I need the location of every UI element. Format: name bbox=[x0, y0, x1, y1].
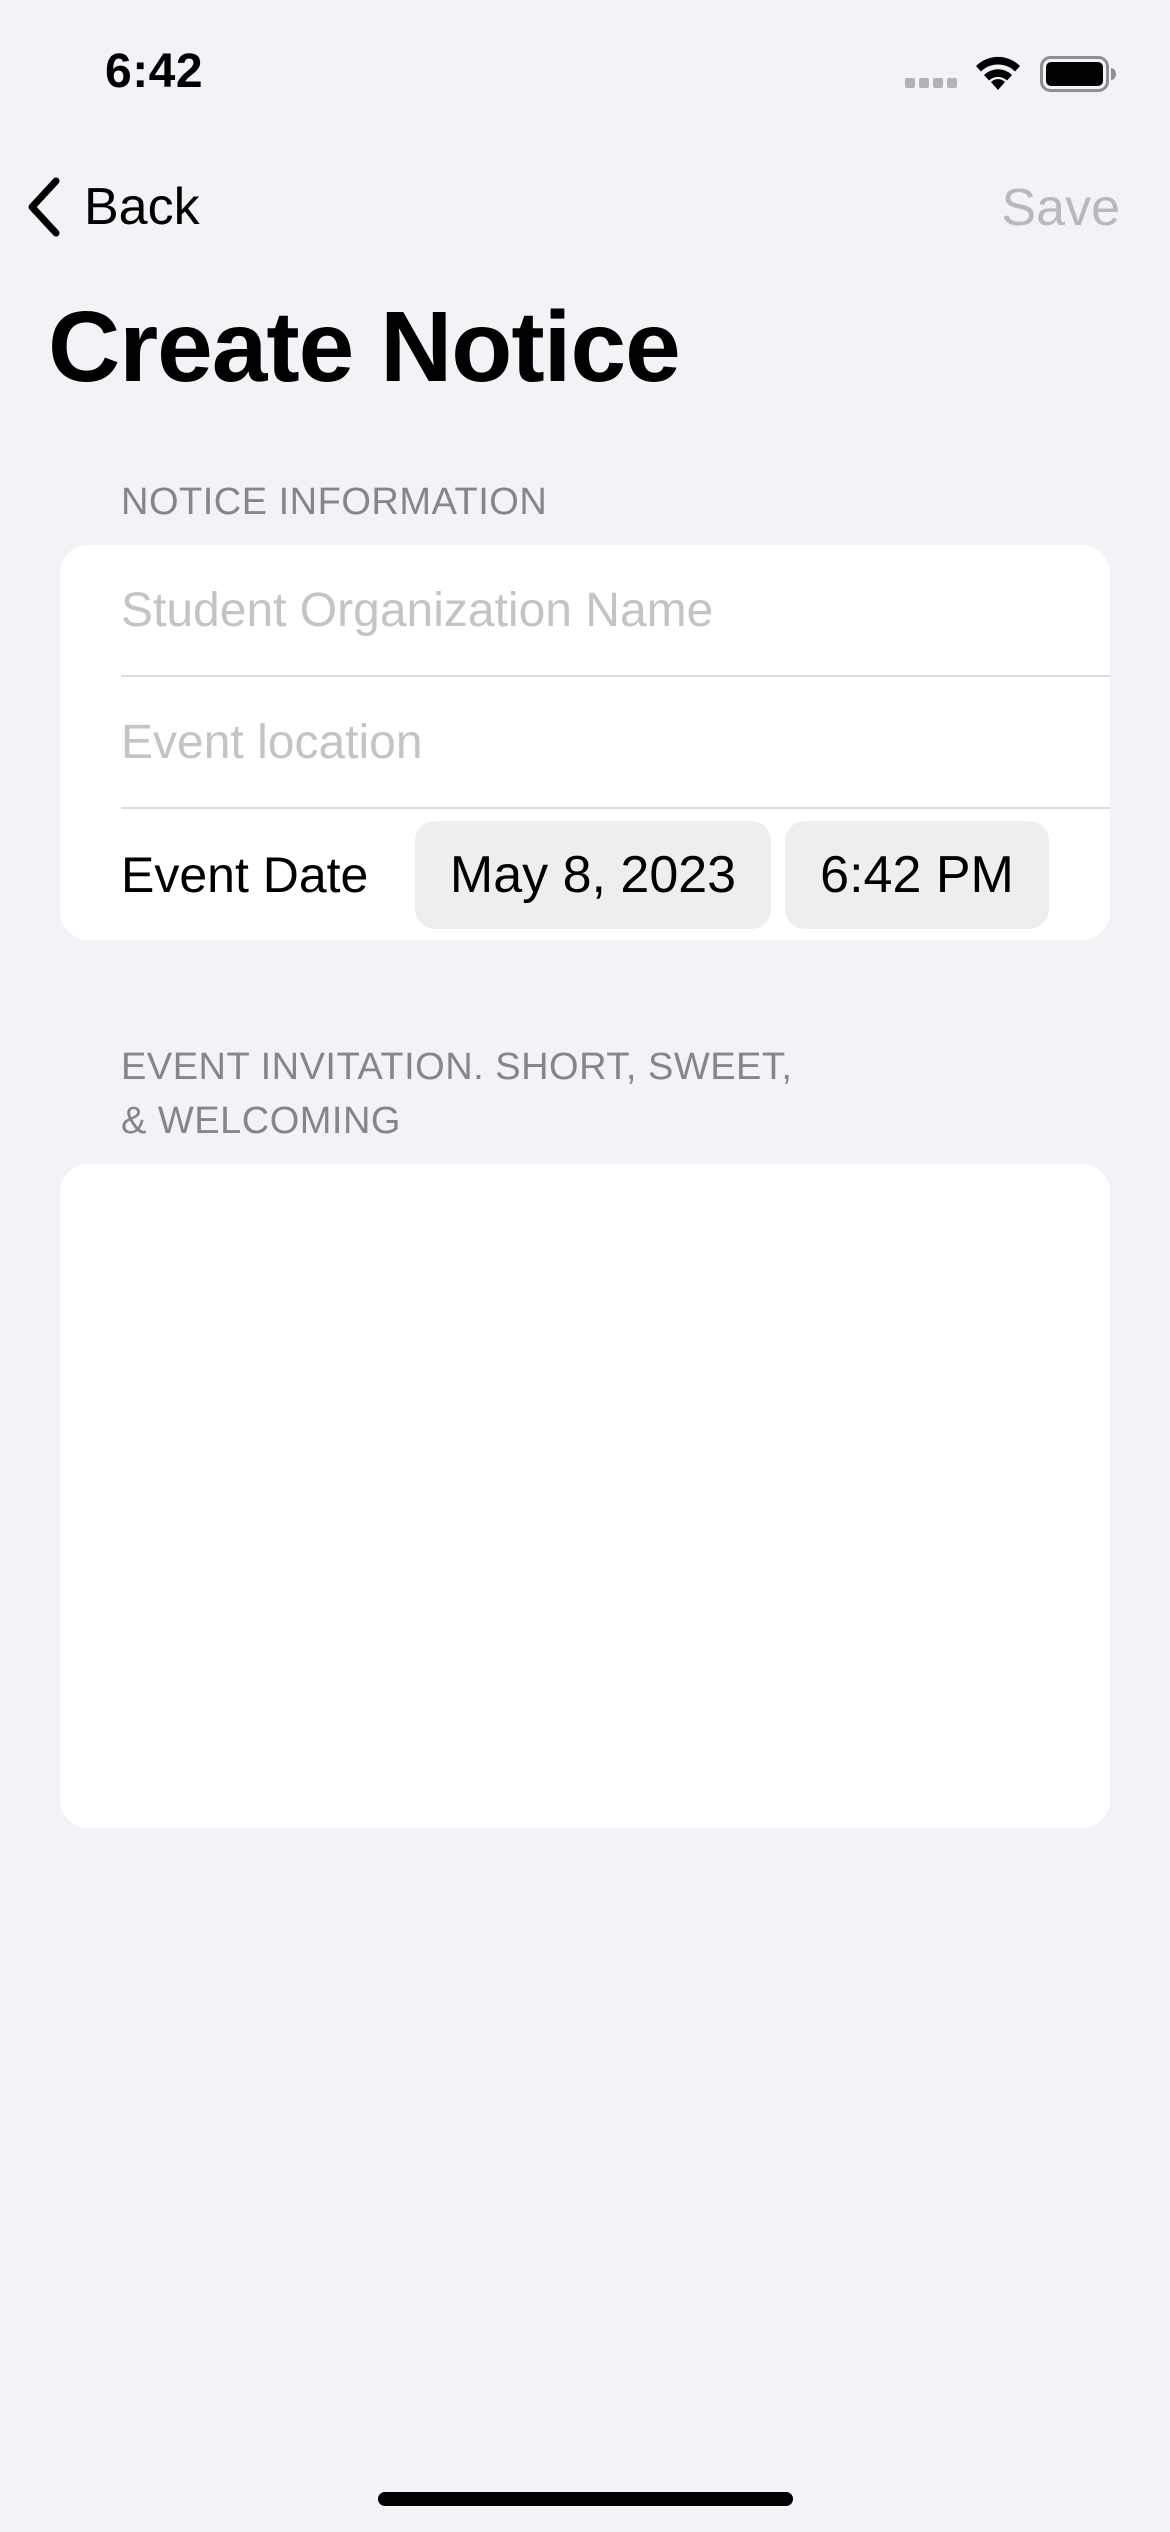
battery-icon bbox=[1040, 56, 1116, 92]
wifi-icon bbox=[976, 56, 1020, 90]
status-time: 6:42 bbox=[105, 45, 204, 98]
back-button[interactable]: Back bbox=[22, 172, 200, 242]
event-date-label: Event Date bbox=[121, 847, 369, 903]
org-name-field[interactable] bbox=[121, 545, 1081, 675]
status-bar: 6:42 bbox=[0, 0, 1170, 140]
location-row bbox=[60, 677, 1110, 809]
org-name-row bbox=[60, 545, 1110, 677]
location-field[interactable] bbox=[121, 677, 1081, 807]
chevron-left-icon bbox=[28, 177, 60, 237]
event-time-picker[interactable]: 6:42 PM bbox=[785, 821, 1049, 929]
back-label: Back bbox=[84, 178, 200, 236]
event-date-picker[interactable]: May 8, 2023 bbox=[415, 821, 771, 929]
save-button[interactable]: Save bbox=[1001, 178, 1120, 238]
cellular-signal-icon bbox=[905, 78, 957, 88]
page-title: Create Notice bbox=[48, 291, 681, 403]
notice-information-card: Event Date May 8, 2023 6:42 PM bbox=[60, 545, 1110, 940]
invitation-header-line1: EVENT INVITATION. SHORT, SWEET, bbox=[121, 1046, 793, 1088]
invitation-text-editor[interactable] bbox=[60, 1164, 1110, 1828]
invitation-header: EVENT INVITATION. SHORT, SWEET, & WELCOM… bbox=[121, 1040, 792, 1148]
invitation-header-line2: & WELCOMING bbox=[121, 1100, 401, 1142]
home-indicator bbox=[378, 2492, 793, 2506]
notice-information-header: NOTICE INFORMATION bbox=[121, 481, 548, 523]
